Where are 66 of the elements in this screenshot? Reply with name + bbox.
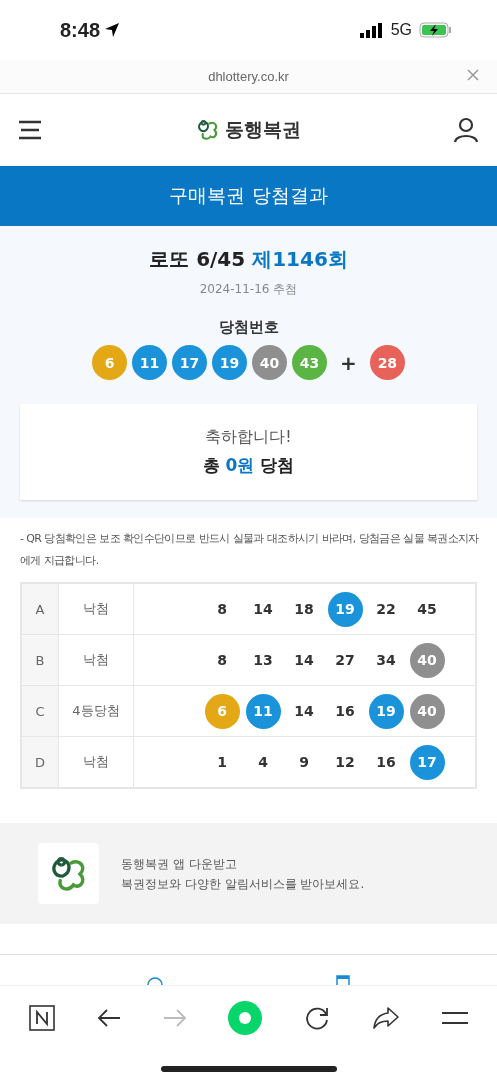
- draw-title: 로또 6/45 제1146회: [149, 246, 348, 273]
- number-ball: 28: [369, 345, 405, 380]
- clock: 8:48: [60, 18, 101, 42]
- share-arrow-icon[interactable]: [372, 1006, 401, 1030]
- network-label: 5G: [390, 21, 412, 39]
- number: 34: [375, 651, 397, 670]
- number-ball: 6: [204, 693, 240, 729]
- number: 1: [216, 753, 228, 772]
- url-text[interactable]: dhlottery.co.kr: [208, 69, 289, 84]
- number: 13: [252, 651, 274, 670]
- table-cell: 4등당첨: [58, 685, 134, 737]
- draw-date: 2024-11-16 추첨: [199, 281, 298, 298]
- table-cell: D: [21, 736, 59, 788]
- number-ball: 19: [212, 345, 248, 380]
- congrats-message: 축하합니다!: [205, 427, 292, 448]
- table-cell: 낙첨: [58, 634, 134, 686]
- app-icon[interactable]: [38, 843, 99, 904]
- table-cell: C: [21, 685, 59, 737]
- number: 14: [252, 600, 274, 619]
- location-arrow-icon: [104, 22, 121, 38]
- table-cell: 낙첨: [58, 583, 134, 635]
- number: 27: [334, 651, 356, 670]
- number-ball: 40: [409, 693, 445, 729]
- number-ball: 19: [368, 693, 404, 729]
- number: 16: [375, 753, 397, 772]
- number: 16: [334, 702, 356, 721]
- plus-sign: +: [340, 350, 357, 375]
- total-prize: 총 0원 당첨: [202, 454, 295, 477]
- promo-text: 복권정보와 다양한 알림서비스를 받아보세요.: [121, 875, 365, 893]
- number: 12: [334, 753, 356, 772]
- user-icon[interactable]: [453, 117, 479, 143]
- signal-icon: [359, 22, 384, 38]
- number: 9: [298, 753, 310, 772]
- menu-icon[interactable]: [18, 120, 42, 140]
- number: 8: [216, 600, 228, 619]
- number: 14: [293, 651, 315, 670]
- naver-n-icon[interactable]: [28, 1005, 55, 1031]
- number-ball: 17: [172, 345, 208, 380]
- page-title: 구매복권 당첨결과: [169, 183, 328, 208]
- table-cell: B: [21, 634, 59, 686]
- refresh-icon[interactable]: [304, 1005, 331, 1031]
- notice-text: - QR 당첨확인은 보조 확인수단이므로 반드시 실물과 대조하시기 바라며, 당첨금은 실물 복권소지자에게 지급합니다.: [19, 531, 480, 569]
- site-logo-text[interactable]: 동행복권: [224, 117, 301, 143]
- winning-numbers-label: 당첨번호: [218, 318, 279, 337]
- number: 45: [416, 600, 438, 619]
- number: 4: [257, 753, 269, 772]
- calendar-icon: [336, 975, 351, 985]
- promo-text: 동행복권 앱 다운받고: [121, 855, 238, 873]
- number-ball: 11: [245, 693, 281, 729]
- number-ball: 40: [252, 345, 288, 380]
- number: 8: [216, 651, 228, 670]
- table-cell: A: [21, 583, 59, 635]
- number-ball: 6: [92, 345, 128, 380]
- battery-charging-icon: [419, 22, 453, 38]
- menu-icon[interactable]: [442, 1011, 468, 1025]
- number: 18: [293, 600, 315, 619]
- number-ball: 11: [132, 345, 168, 380]
- back-arrow-icon[interactable]: [96, 1008, 121, 1028]
- phone-icon: [146, 977, 163, 985]
- number-ball: 43: [292, 345, 328, 380]
- number: 22: [375, 600, 397, 619]
- number-ball: 17: [409, 744, 445, 780]
- number-ball: 40: [409, 642, 445, 678]
- close-icon[interactable]: [467, 69, 479, 81]
- number-ball: 19: [327, 591, 363, 627]
- number: 14: [293, 702, 315, 721]
